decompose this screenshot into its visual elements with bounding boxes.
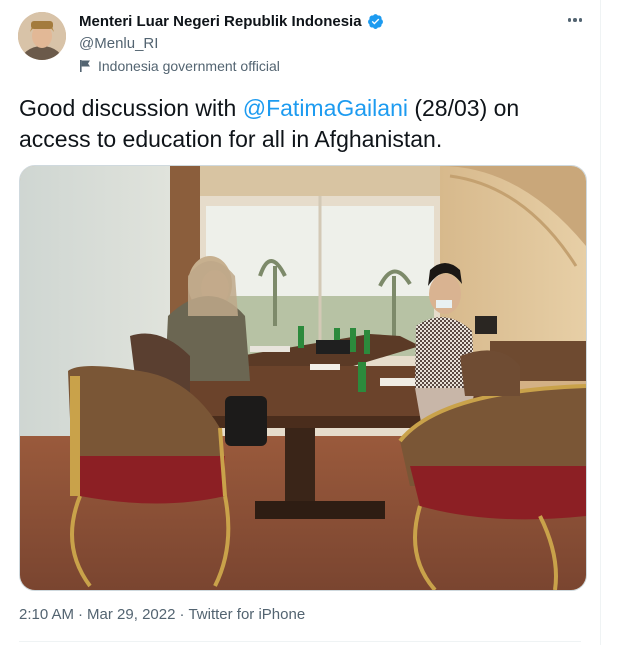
tweet-photo[interactable] <box>19 165 587 591</box>
more-options-button[interactable] <box>563 8 587 32</box>
mention-link[interactable]: @FatimaGailani <box>243 95 408 121</box>
tweet-date[interactable]: Mar 29, 2022 <box>87 606 175 623</box>
author-handle[interactable]: @Menlu_RI <box>79 35 158 52</box>
tweet-source[interactable]: Twitter for iPhone <box>188 606 305 623</box>
tweet[interactable]: Menteri Luar Negeri Republik Indonesia @… <box>0 0 601 645</box>
more-dot-icon <box>573 18 577 22</box>
meta-separator: · <box>179 606 185 623</box>
author-name-row[interactable]: Menteri Luar Negeri Republik Indonesia <box>79 13 384 30</box>
verified-badge-icon <box>367 14 383 29</box>
tweet-text: Good discussion with @FatimaGailani (28/… <box>19 93 579 155</box>
more-dot-icon <box>567 18 572 22</box>
flag-icon <box>80 60 90 72</box>
tweet-text-start: Good discussion with <box>19 95 243 121</box>
affiliation-label: Indonesia government official <box>79 58 280 74</box>
meeting-photo <box>20 166 586 590</box>
meta-separator: · <box>78 606 84 623</box>
divider <box>19 641 581 642</box>
more-dot-icon <box>578 18 583 22</box>
author-name[interactable]: Menteri Luar Negeri Republik Indonesia <box>79 13 362 30</box>
tweet-time[interactable]: 2:10 AM <box>19 606 74 623</box>
avatar[interactable] <box>18 12 66 60</box>
affiliation-text: Indonesia government official <box>98 58 280 74</box>
tweet-meta: 2:10 AM · Mar 29, 2022 · Twitter for iPh… <box>19 606 305 623</box>
